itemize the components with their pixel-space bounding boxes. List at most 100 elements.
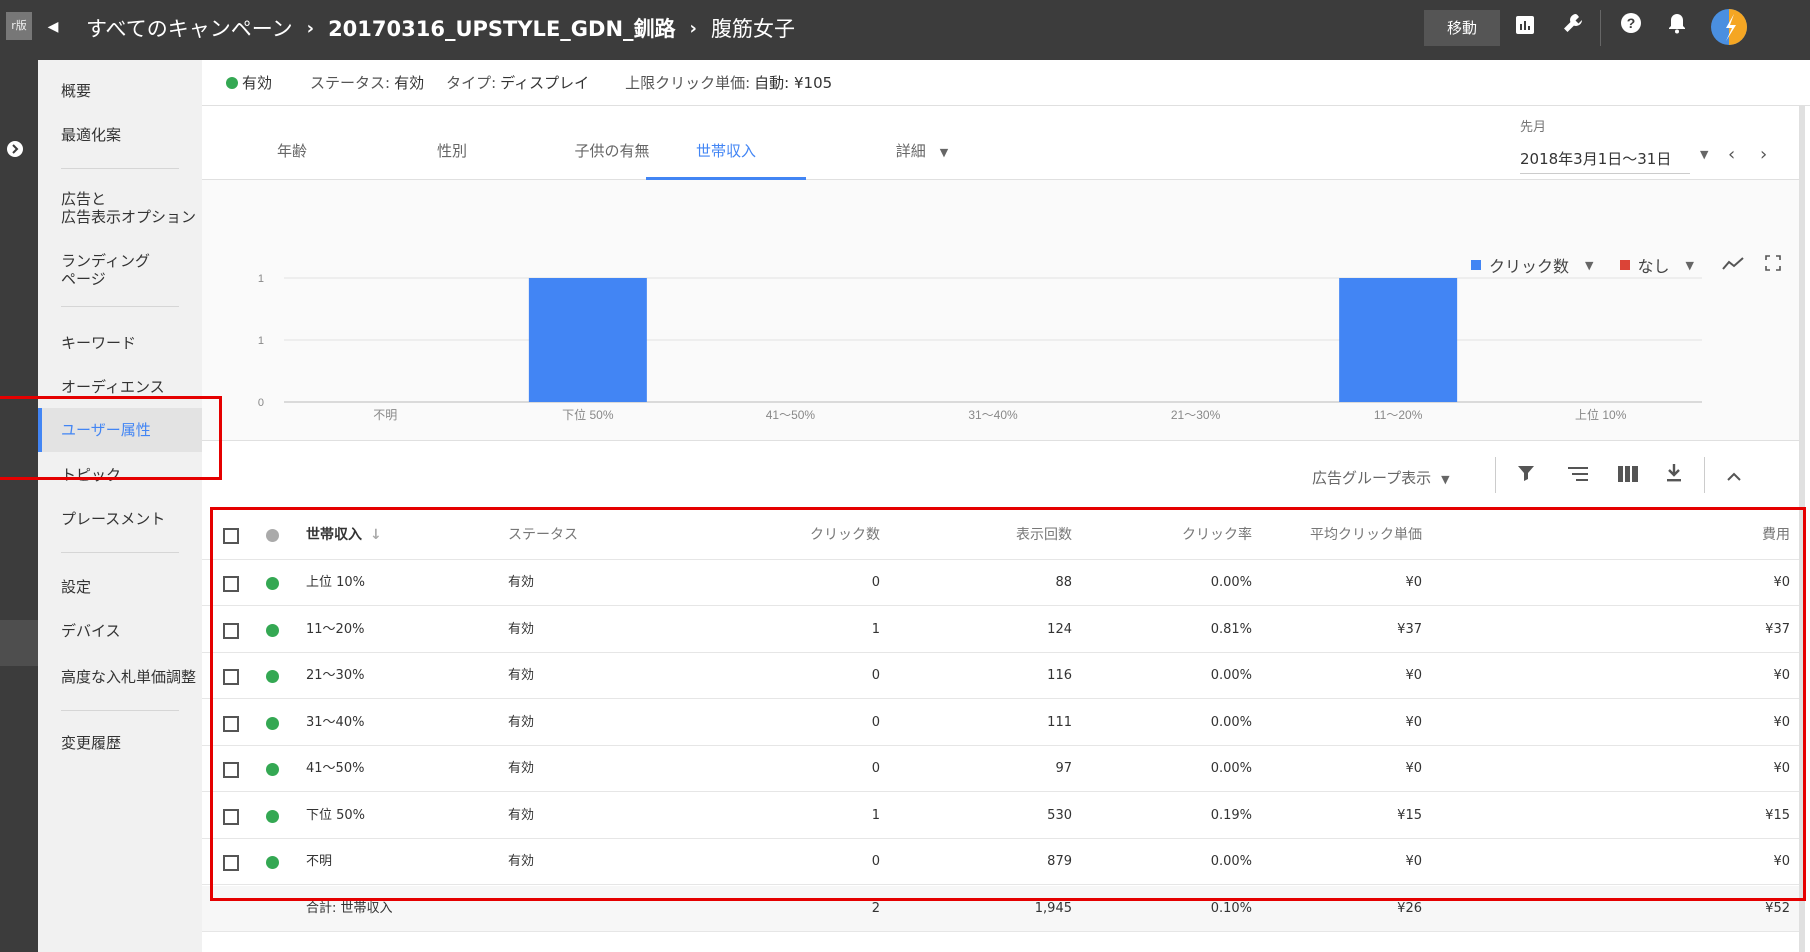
tab-gender[interactable]: 性別 [362,106,542,180]
column-header-avg-cpc[interactable]: 平均クリック単価 [1272,510,1422,560]
vertical-scrollbar[interactable] [1799,106,1805,952]
table-row[interactable]: 41〜50% 有効 0 97 0.00% ¥0 ¥0 [202,746,1800,792]
x-tick-label: 31〜40% [968,408,1018,422]
download-icon[interactable] [1660,463,1688,491]
cell-impressions: 111 [1047,714,1072,730]
total-cost: ¥52 [1765,900,1790,916]
tab-age[interactable]: 年齢 [202,106,382,180]
tab-parental-status-label: 子供の有無 [574,142,650,160]
left-rail [0,60,38,952]
toolbar-divider [1495,457,1496,493]
tools-wrench-icon[interactable] [1556,12,1590,46]
column-header-ctr[interactable]: クリック率 [1132,510,1252,560]
table-row[interactable]: 上位 10% 有効 0 88 0.00% ¥0 ¥0 [202,560,1800,606]
nav-item-keywords[interactable]: キーワード [61,334,136,352]
nav-item-audiences[interactable]: オーディエンス [61,378,165,396]
column-header-impressions[interactable]: 表示回数 [972,510,1072,560]
notifications-bell-icon[interactable] [1660,12,1694,46]
x-tick-label: 41〜50% [766,408,816,422]
status-enabled-dot-icon[interactable] [266,716,279,730]
nav-item-devices[interactable]: デバイス [61,622,121,640]
rail-collapsed-icon[interactable] [6,140,24,161]
table-row[interactable]: 11〜20% 有効 1 124 0.81% ¥37 ¥37 [202,606,1800,653]
nav-item-settings[interactable]: 設定 [61,578,91,596]
row-checkbox[interactable] [223,622,239,639]
breadcrumb-ad-group: 腹筋女子 [710,17,795,41]
column-header-cost[interactable]: 費用 [1682,510,1790,560]
table-row[interactable]: 不明 有効 0 879 0.00% ¥0 ¥0 [202,839,1800,885]
row-checkbox[interactable] [223,762,239,778]
breadcrumb-all-campaigns[interactable]: すべてのキャンペーン [86,13,293,43]
tab-details[interactable]: 詳細 ▼ [832,106,1012,180]
cell-income[interactable]: 11〜20% [306,607,364,653]
cell-income[interactable]: 不明 [306,839,332,885]
row-checkbox[interactable] [223,715,239,732]
column-header-status[interactable]: ステータス [508,510,578,560]
date-dropdown-icon[interactable]: ▼ [1700,148,1708,161]
cell-avg-cpc: ¥0 [1405,668,1422,683]
chevron-down-icon: ▼ [939,146,949,159]
status-enabled-dot-icon[interactable] [266,623,279,637]
cell-status: 有効 [508,807,535,823]
column-header-clicks[interactable]: クリック数 [762,510,880,560]
cell-status: 有効 [508,714,535,730]
row-checkbox[interactable] [223,808,239,825]
account-avatar-icon[interactable] [1708,8,1750,50]
y-tick-label: 1 [258,335,264,347]
filter-icon[interactable] [1512,463,1540,491]
cell-income[interactable]: 21〜30% [306,653,364,699]
nav-divider [61,168,179,169]
table-row[interactable]: 下位 50% 有効 1 530 0.19% ¥15 ¥15 [202,792,1800,839]
columns-icon[interactable] [1614,463,1642,491]
status-enabled-dot-icon[interactable] [266,577,279,590]
nav-item-advanced-bid-adjustments[interactable]: 高度な入札単価調整 [61,668,196,686]
status-enabled-dot-icon[interactable] [266,763,279,776]
tab-household-income[interactable]: 世帯収入 [646,106,806,180]
cell-clicks: 0 [871,575,880,590]
row-checkbox[interactable] [223,855,239,871]
cell-ctr: 0.00% [1210,575,1252,590]
status-enabled-dot-icon[interactable] [266,670,279,683]
date-prev-icon[interactable]: ‹ [1728,144,1735,165]
collapse-up-icon[interactable] [1720,463,1748,491]
type-value: ディスプレイ [500,74,590,92]
cell-income[interactable]: 上位 10% [306,560,365,606]
date-range-value[interactable]: 2018年3月1日〜31日 [1520,148,1690,174]
chart-bar[interactable] [528,278,647,402]
y-tick-label: 0 [258,397,264,409]
nav-item-placements[interactable]: プレースメント [61,510,165,528]
max-cpc-value[interactable]: 自動: ¥105 [754,72,832,93]
svg-text:?: ? [1627,15,1636,31]
row-checkbox[interactable] [223,576,239,592]
table-row[interactable]: 31〜40% 有効 0 111 0.00% ¥0 ¥0 [202,699,1800,746]
max-cpc-label: 上限クリック単価: [625,74,751,92]
status-enabled-dot-icon[interactable] [266,856,279,869]
ad-group-view-selector[interactable]: 広告グループ表示 ▼ [1312,467,1450,488]
cell-income[interactable]: 31〜40% [306,700,364,746]
collapse-nav-button[interactable]: ◀ [43,14,63,40]
reports-icon[interactable] [1508,12,1542,46]
nav-item-topics[interactable]: トピック [61,466,121,484]
segment-icon[interactable] [1564,463,1592,491]
cell-income[interactable]: 下位 50% [306,793,365,839]
table-row[interactable]: 21〜30% 有効 0 116 0.00% ¥0 ¥0 [202,653,1800,699]
status-enabled-dot-icon[interactable] [266,809,279,823]
nav-item-recommendations[interactable]: 最適化案 [61,126,121,144]
nav-item-overview[interactable]: 概要 [61,82,91,100]
move-button[interactable]: 移動 [1424,10,1500,46]
nav-item-demographics[interactable]: ユーザー属性 [38,408,202,452]
select-all-checkbox[interactable] [223,528,239,544]
date-next-icon[interactable]: › [1760,144,1767,165]
column-header-income[interactable]: 世帯収入 ↓ [306,510,382,560]
status-state[interactable]: 有効 [242,72,272,93]
nav-item-landing-pages[interactable]: ランディング ページ [61,252,150,288]
nav-divider [61,552,179,553]
nav-item-ads-extensions[interactable]: 広告と 広告表示オプション [61,190,196,226]
nav-item-change-history[interactable]: 変更履歴 [61,734,121,752]
income-bar-chart: 1 1 0 不明 下位 50% 41〜50% 31〜40% 21〜30% 11〜20% 上位 10… [258,273,1702,422]
chart-bar[interactable] [1339,278,1458,402]
row-checkbox[interactable] [223,669,239,685]
cell-income[interactable]: 41〜50% [306,746,364,792]
help-icon[interactable]: ? [1614,12,1648,46]
breadcrumb-campaign[interactable]: 20170316_UPSTYLE_GDN_釧路 [328,13,675,43]
